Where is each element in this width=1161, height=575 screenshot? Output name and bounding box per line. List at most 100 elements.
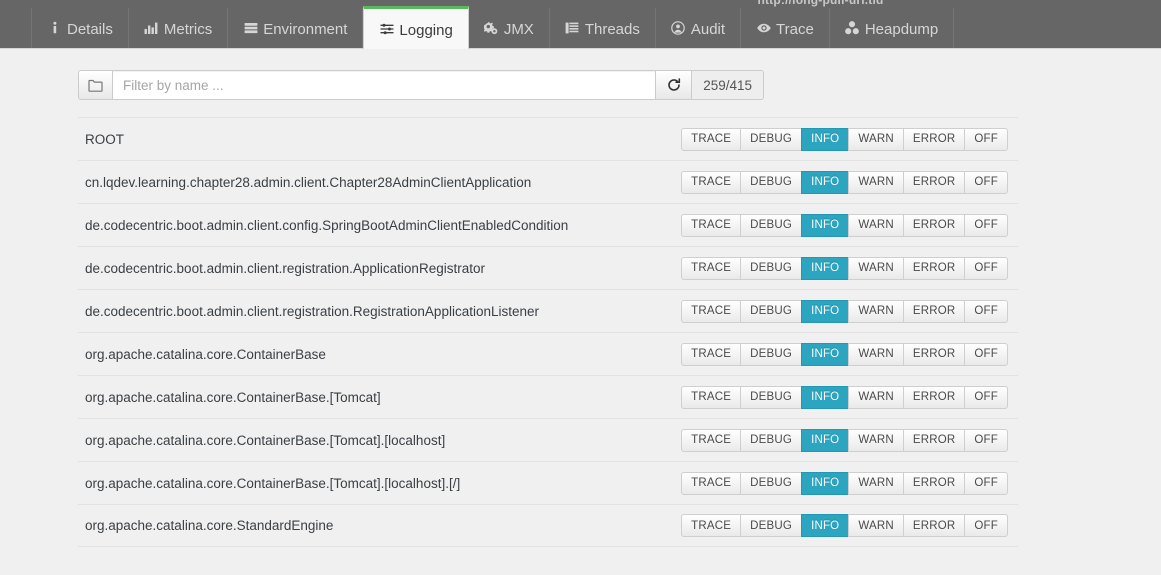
log-level-button-group: TRACE DEBUG INFO WARN ERROR OFF xyxy=(681,127,1008,151)
log-level-button-off[interactable]: OFF xyxy=(964,299,1008,323)
log-level-button-group: TRACE DEBUG INFO WARN ERROR OFF xyxy=(681,213,1008,237)
logger-name: org.apache.catalina.core.ContainerBase.[… xyxy=(85,389,381,405)
tab-audit[interactable]: Audit xyxy=(656,8,742,48)
log-level-button-info[interactable]: INFO xyxy=(801,428,849,452)
log-level-button-info[interactable]: INFO xyxy=(801,256,849,280)
log-level-button-group: TRACE DEBUG INFO WARN ERROR OFF xyxy=(681,514,1008,537)
list-icon xyxy=(565,21,580,36)
tab-label: Metrics xyxy=(163,20,213,38)
logger-row: org.apache.catalina.core.ContainerBase TR… xyxy=(78,332,1018,375)
logger-row: de.codecentric.boot.admin.client.registr… xyxy=(78,289,1018,332)
log-level-button-debug[interactable]: DEBUG xyxy=(740,428,802,452)
log-level-button-trace[interactable]: TRACE xyxy=(681,127,741,151)
log-level-button-error[interactable]: ERROR xyxy=(902,213,965,237)
log-level-button-error[interactable]: ERROR xyxy=(902,256,965,280)
log-level-button-info[interactable]: INFO xyxy=(801,342,849,366)
tab-label: Details xyxy=(67,20,113,38)
log-level-button-debug[interactable]: DEBUG xyxy=(740,471,802,495)
log-level-button-debug[interactable]: DEBUG xyxy=(740,385,802,409)
log-level-button-info[interactable]: INFO xyxy=(801,471,849,495)
log-level-button-off[interactable]: OFF xyxy=(964,170,1008,194)
refresh-icon[interactable] xyxy=(656,70,693,100)
log-level-button-trace[interactable]: TRACE xyxy=(681,385,741,409)
content-area: 259/415 ROOTTRACEDEBUGINFOWARNERROROFFcn… xyxy=(0,70,1161,547)
log-level-button-warn[interactable]: WARN xyxy=(848,471,903,495)
logger-list: ROOT TRACE DEBUG INFO WARN ERROR OFF cn.lqdev.l… xyxy=(78,117,1018,547)
tab-heapdump[interactable]: Heapdump xyxy=(830,8,955,48)
tab-details[interactable]: Details xyxy=(31,8,129,48)
tab-logging[interactable]: Logging xyxy=(363,6,469,49)
log-level-button-off[interactable]: OFF xyxy=(964,127,1008,151)
logger-name: org.apache.catalina.core.ContainerBase.[… xyxy=(85,432,446,448)
tab-label: Threads xyxy=(584,20,640,38)
log-level-button-error[interactable]: ERROR xyxy=(902,299,965,323)
tab-label: Environment xyxy=(263,20,348,38)
logger-name: de.codecentric.boot.admin.client.registr… xyxy=(85,303,540,319)
logger-row: de.codecentric.boot.admin.client.registr… xyxy=(78,246,1018,289)
tab-metrics[interactable]: Metrics xyxy=(129,8,229,48)
log-level-button-trace[interactable]: TRACE xyxy=(681,213,741,237)
nav-tabs: Details Metrics Environment Logging JMX Threa… xyxy=(31,0,955,49)
log-level-button-trace[interactable]: TRACE xyxy=(681,256,741,280)
log-level-button-group: TRACE DEBUG INFO WARN ERROR OFF xyxy=(681,385,1008,409)
user-circle-icon xyxy=(671,21,686,36)
log-level-button-info[interactable]: INFO xyxy=(801,299,849,323)
logger-name: org.apache.catalina.core.ContainerBase.[… xyxy=(85,475,461,491)
log-level-button-error[interactable]: ERROR xyxy=(902,342,965,366)
log-level-button-warn[interactable]: WARN xyxy=(848,127,903,151)
log-level-button-group: TRACE DEBUG INFO WARN ERROR OFF xyxy=(681,256,1008,280)
log-level-button-debug[interactable]: DEBUG xyxy=(740,170,802,194)
log-level-button-warn[interactable]: WARN xyxy=(848,385,903,409)
log-level-button-warn[interactable]: WARN xyxy=(848,342,903,366)
log-level-button-warn[interactable]: WARN xyxy=(848,213,903,237)
log-level-button-debug[interactable]: DEBUG xyxy=(740,514,802,537)
log-level-button-trace[interactable]: TRACE xyxy=(681,471,741,495)
log-level-button-warn[interactable]: WARN xyxy=(848,256,903,280)
log-level-button-error[interactable]: ERROR xyxy=(902,170,965,194)
logger-row: cn.lqdev.learning.chapter28.admin.client… xyxy=(78,160,1018,203)
sitemap-icon xyxy=(845,21,860,36)
eye-icon xyxy=(756,21,771,36)
log-level-button-trace[interactable]: TRACE xyxy=(681,342,741,366)
tab-environment[interactable]: Environment xyxy=(228,8,364,48)
log-level-button-off[interactable]: OFF xyxy=(964,514,1008,537)
log-level-button-trace[interactable]: TRACE xyxy=(681,428,741,452)
log-level-button-info[interactable]: INFO xyxy=(801,514,849,537)
log-level-button-info[interactable]: INFO xyxy=(801,170,849,194)
tab-trace[interactable]: Trace xyxy=(741,8,830,48)
log-level-button-group: TRACE DEBUG INFO WARN ERROR OFF xyxy=(681,471,1008,495)
server-icon xyxy=(243,21,258,36)
log-level-button-error[interactable]: ERROR xyxy=(902,428,965,452)
log-level-button-trace[interactable]: TRACE xyxy=(681,299,741,323)
log-level-button-warn[interactable]: WARN xyxy=(848,299,903,323)
log-level-button-debug[interactable]: DEBUG xyxy=(740,213,802,237)
filter-input[interactable] xyxy=(112,70,657,100)
log-level-button-debug[interactable]: DEBUG xyxy=(740,342,802,366)
logger-name: de.codecentric.boot.admin.client.registr… xyxy=(85,260,485,276)
log-level-button-error[interactable]: ERROR xyxy=(902,385,965,409)
log-level-button-warn[interactable]: WARN xyxy=(848,514,903,537)
log-level-button-trace[interactable]: TRACE xyxy=(681,170,741,194)
log-level-button-warn[interactable]: WARN xyxy=(848,170,903,194)
log-level-button-off[interactable]: OFF xyxy=(964,342,1008,366)
tab-jmx[interactable]: JMX xyxy=(469,8,550,48)
log-level-button-debug[interactable]: DEBUG xyxy=(740,127,802,151)
tab-threads[interactable]: Threads xyxy=(550,8,656,48)
log-level-button-off[interactable]: OFF xyxy=(964,256,1008,280)
log-level-button-info[interactable]: INFO xyxy=(801,127,849,151)
log-level-button-off[interactable]: OFF xyxy=(964,428,1008,452)
tab-label: Trace xyxy=(776,20,814,38)
log-level-button-warn[interactable]: WARN xyxy=(848,428,903,452)
log-level-button-off[interactable]: OFF xyxy=(964,471,1008,495)
log-level-button-debug[interactable]: DEBUG xyxy=(740,256,802,280)
logger-name: cn.lqdev.learning.chapter28.admin.client… xyxy=(85,174,532,190)
log-level-button-trace[interactable]: TRACE xyxy=(681,514,741,537)
log-level-button-info[interactable]: INFO xyxy=(801,213,849,237)
log-level-button-off[interactable]: OFF xyxy=(964,385,1008,409)
log-level-button-error[interactable]: ERROR xyxy=(902,514,965,537)
log-level-button-info[interactable]: INFO xyxy=(801,385,849,409)
log-level-button-off[interactable]: OFF xyxy=(964,213,1008,237)
log-level-button-error[interactable]: ERROR xyxy=(902,471,965,495)
log-level-button-error[interactable]: ERROR xyxy=(902,127,965,151)
log-level-button-debug[interactable]: DEBUG xyxy=(740,299,802,323)
